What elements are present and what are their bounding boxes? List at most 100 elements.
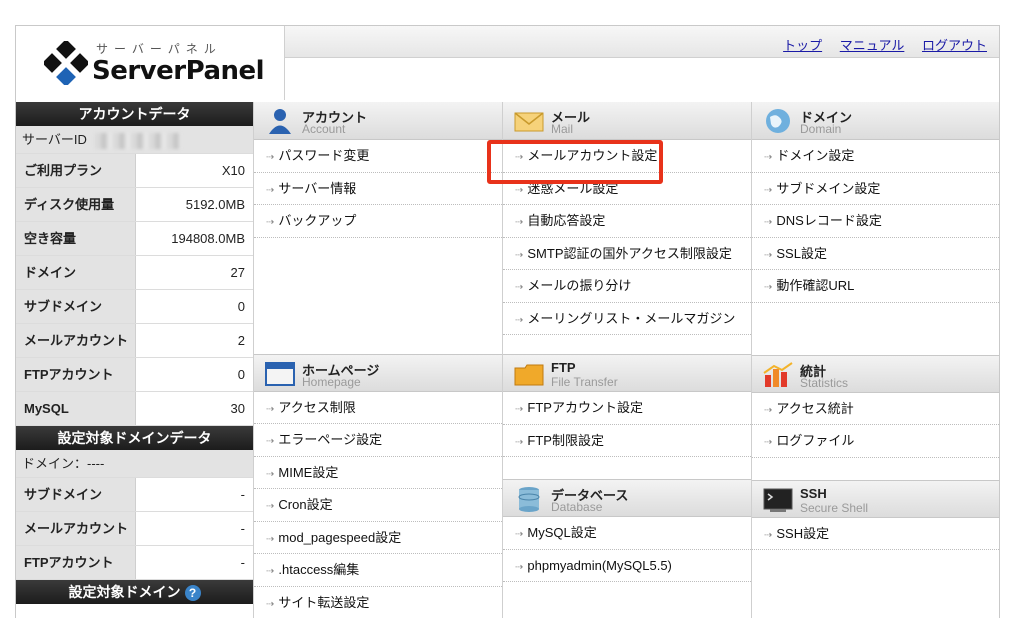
logo[interactable]: サーバーパネル ServerPanel [16,26,284,100]
target-domain-label: 設定対象ドメイン [68,584,181,600]
menu-label: SMTP認証の国外アクセス制限設定 [527,245,732,261]
menu-label: サーバー情報 [278,180,357,196]
sidebar-row-target-subdomain: サブドメイン - [16,478,253,512]
arrow-icon: ⇢ [266,217,275,228]
menu-label: メールアカウント設定 [527,148,658,163]
sidebar-row-plan: ご利用プラン X10 [16,154,253,188]
sidebar-row-subdomain: サブドメイン 0 [16,290,253,324]
arrow-icon: ⇢ [266,436,275,447]
menu-label: Cron設定 [278,497,333,512]
menu-mail-account[interactable]: ⇢ メールアカウント設定 [503,140,751,173]
menu-backup[interactable]: ⇢ バックアップ [254,205,502,238]
arrow-icon: ⇢ [764,437,773,448]
section-subtitle: File Transfer [551,375,618,389]
menu-label: phpmyadmin(MySQL5.5) [527,557,672,573]
mail-envelope-icon [514,112,544,132]
menu-smtp-restriction[interactable]: ⇢ SMTP認証の国外アクセス制限設定 [503,238,751,270]
menu-ftp-restriction[interactable]: ⇢ FTP制限設定 [503,425,751,457]
arrow-icon: ⇢ [266,533,275,545]
row-value: 0 [136,358,253,391]
menu-password-change[interactable]: ⇢ パスワード変更 [254,140,502,173]
menu-subdomain-setting[interactable]: ⇢ サブドメイン設定 [752,173,999,205]
menu-label: FTP制限設定 [527,432,604,448]
menu-auto-reply[interactable]: ⇢ 自動応答設定 [503,205,751,238]
menu-phpmyadmin[interactable]: ⇢ phpmyadmin(MySQL5.5) [503,550,751,582]
menu-mod-pagespeed[interactable]: ⇢ mod_pagespeed設定 [254,522,502,554]
logout-link[interactable]: ログアウト [922,38,987,53]
column-2: メール Mail ⇢ メールアカウント設定 ⇢ 迷惑メール設定 ⇢ 自動応答設定 ⇢ S… [502,102,751,618]
menu-htaccess[interactable]: ⇢ .htaccess編集 [254,554,502,587]
arrow-icon: ⇢ [764,282,773,293]
row-label: 空き容量 [16,222,136,255]
section-ssh-header: SSH Secure Shell [752,479,999,518]
row-label: メールアカウント [16,324,136,357]
row-value: 2 [136,324,253,357]
menu-log-file[interactable]: ⇢ ログファイル [752,425,999,458]
arrow-icon: ⇢ [266,598,275,610]
section-subtitle: Homepage [302,374,361,389]
menu-error-page[interactable]: ⇢ エラーページ設定 [254,424,502,457]
logo-title: ServerPanel [92,56,265,86]
menu-dns-record[interactable]: ⇢ DNSレコード設定 [752,205,999,238]
globe-icon [766,109,790,133]
menu-server-info[interactable]: ⇢ サーバー情報 [254,173,502,205]
sidebar-row-free: 空き容量 194808.0MB [16,222,253,256]
menu-cron[interactable]: ⇢ Cron設定 [254,489,502,522]
menu-ssl[interactable]: ⇢ SSL設定 [752,238,999,270]
section-statistics-header: 統計 Statistics [752,354,999,393]
menu-label: メーリングリスト・メールマガジン [527,310,736,326]
menu-mailing-list[interactable]: ⇢ メーリングリスト・メールマガジン [503,303,751,335]
top-link[interactable]: トップ [783,38,822,53]
arrow-icon: ⇢ [764,404,773,416]
menu-ssh-setting[interactable]: ⇢ SSH設定 [752,518,999,550]
arrow-icon: ⇢ [266,403,275,415]
menu-check-url[interactable]: ⇢ 動作確認URL [752,270,999,303]
row-value: 194808.0MB [136,222,253,255]
section-homepage-header: ホームページ Homepage [254,353,502,392]
menu-label: 動作確認URL [776,278,855,293]
menu-spam[interactable]: ⇢ 迷惑メール設定 [503,173,751,205]
menu-label: .htaccess編集 [278,562,360,577]
section-subtitle: Statistics [800,375,849,390]
menu-ftp-account[interactable]: ⇢ FTPアカウント設定 [503,392,751,425]
menu-label: mod_pagespeed設定 [278,529,402,545]
row-value: 5192.0MB [136,188,253,221]
sidebar: アカウントデータ サーバーID ご利用プラン X10 ディスク使用量 5192.0M… [16,102,253,618]
menu-label: 自動応答設定 [527,213,606,228]
arrow-icon: ⇢ [515,217,524,228]
statistics-chart-icon [763,361,793,387]
sidebar-row-target-mail: メールアカウント - [16,512,253,546]
row-label: MySQL [16,392,136,425]
top-bar-strip: トップ マニュアル ログアウト [285,26,999,58]
account-person-icon [269,109,291,134]
menu-label: サイト転送設定 [278,594,370,610]
row-value: - [136,512,253,545]
menu-mime[interactable]: ⇢ MIME設定 [254,457,502,489]
row-label: サブドメイン [16,290,136,323]
server-panel-frame: サーバーパネル ServerPanel トップ マニュアル ログアウト アカウン… [15,25,1000,618]
arrow-icon: ⇢ [266,184,275,196]
menu-access-limit[interactable]: ⇢ アクセス制限 [254,392,502,424]
logo-subtitle: サーバーパネル [96,42,222,56]
homepage-window-icon [265,361,295,386]
row-value: 30 [136,392,253,425]
terminal-icon [763,488,793,512]
section-account-header: アカウント Account [254,102,502,140]
menu-mail-filter[interactable]: ⇢ メールの振り分け [503,270,751,303]
help-icon[interactable]: ? [184,585,201,602]
menu-label: 迷惑メール設定 [527,180,619,196]
menu-access-stats[interactable]: ⇢ アクセス統計 [752,393,999,425]
server-id-blurred [94,132,181,149]
arrow-icon: ⇢ [515,436,524,448]
section-subtitle: Secure Shell [800,500,869,515]
server-id-row: サーバーID [16,126,253,154]
menu-label: アクセス統計 [776,400,854,416]
menu-domain-setting[interactable]: ⇢ ドメイン設定 [752,140,999,173]
menu-mysql[interactable]: ⇢ MySQL設定 [503,517,751,550]
manual-link[interactable]: マニュアル [840,38,905,53]
top-links: トップ マニュアル ログアウト [769,35,987,54]
menu-site-redirect[interactable]: ⇢ サイト転送設定 [254,587,502,618]
menu-label: ドメイン設定 [776,148,855,163]
